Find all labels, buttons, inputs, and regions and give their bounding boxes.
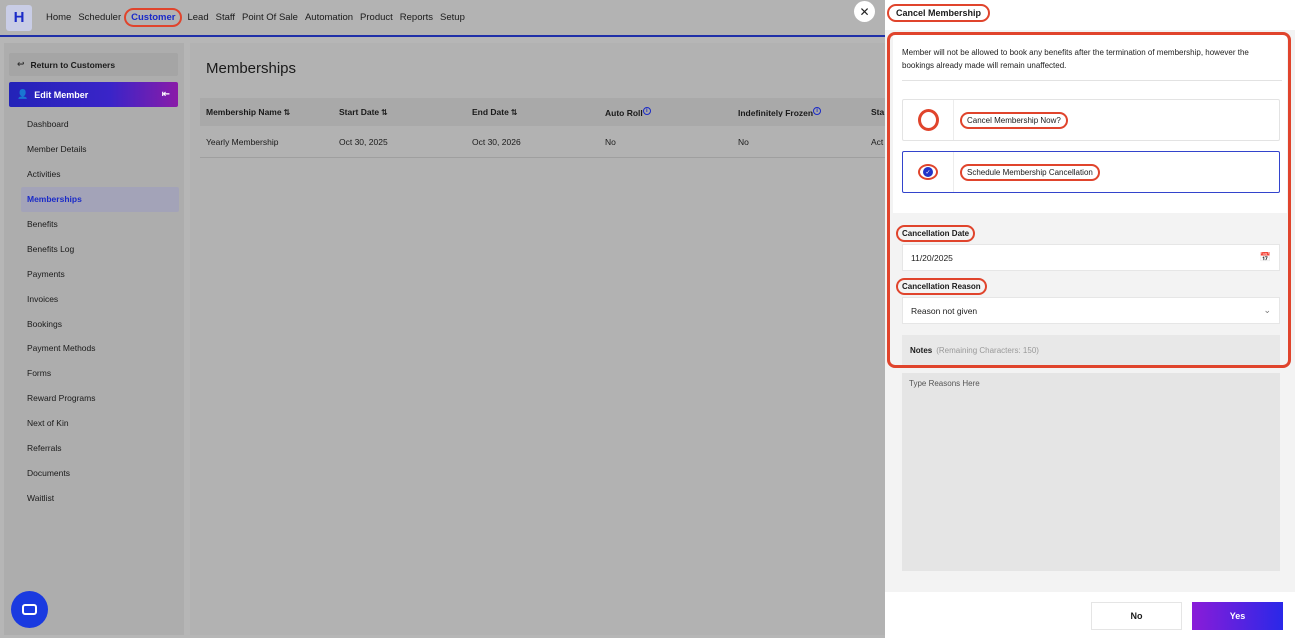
sidebar-item-benefits-log[interactable]: Benefits Log [21, 236, 179, 261]
nav-reports[interactable]: Reports [400, 12, 433, 23]
sidebar-item-dashboard[interactable]: Dashboard [21, 112, 179, 137]
back-arrow-icon: ↩ [17, 59, 25, 69]
sidebar-menu: Dashboard Member Details Activities Memb… [21, 112, 179, 510]
sidebar-item-payment-methods[interactable]: Payment Methods [21, 336, 179, 361]
sidebar-item-referrals[interactable]: Referrals [21, 436, 179, 461]
close-icon[interactable]: ✕ [854, 1, 875, 22]
main-nav: Home Scheduler Customer Lead Staff Point… [46, 8, 472, 27]
sidebar-item-forms[interactable]: Forms [21, 361, 179, 386]
nav-point-of-sale[interactable]: Point Of Sale [242, 12, 298, 23]
top-nav-bar: H Home Scheduler Customer Lead Staff Poi… [0, 0, 885, 37]
sidebar-item-benefits[interactable]: Benefits [21, 212, 179, 237]
sidebar-item-bookings[interactable]: Bookings [21, 311, 179, 336]
memberships-table: Membership Name ⇅ Start Date ⇅ End Date ⇅ A… [200, 98, 885, 158]
sort-icon: ⇅ [283, 108, 291, 117]
return-to-customers-button[interactable]: ↩ Return to Customers [9, 53, 178, 76]
header-auto-roll: Auto Roll i [599, 106, 732, 117]
edit-member-header[interactable]: 👤 Edit Member ⇤ [9, 82, 178, 107]
main-content: Memberships Membership Name ⇅ Start Date ⇅… [190, 43, 885, 635]
cell-indefinitely-frozen: No [738, 136, 749, 147]
drawer-title: Cancel Membership [887, 4, 991, 22]
sidebar-item-documents[interactable]: Documents [21, 460, 179, 485]
yes-button[interactable]: Yes [1192, 602, 1283, 630]
sidebar-item-member-details[interactable]: Member Details [21, 137, 179, 162]
notes-textarea[interactable]: Type Reasons Here [902, 373, 1280, 571]
sidebar-item-invoices[interactable]: Invoices [21, 286, 179, 311]
sort-icon: ⇅ [381, 108, 388, 117]
sidebar: ↩ Return to Customers 👤 Edit Member ⇤ Da… [4, 43, 184, 635]
chat-icon[interactable] [11, 591, 48, 628]
highlight-annotation [887, 32, 1291, 368]
header-end-date[interactable]: End Date ⇅ [466, 107, 599, 117]
table-header: Membership Name ⇅ Start Date ⇅ End Date ⇅ A… [200, 98, 885, 126]
nav-setup[interactable]: Setup [440, 12, 465, 23]
table-row[interactable]: Yearly Membership Oct 30, 2025 Oct 30, 2… [200, 126, 885, 158]
header-start-date[interactable]: Start Date ⇅ [333, 107, 466, 117]
app-logo[interactable]: H [6, 4, 32, 31]
info-icon[interactable]: i [813, 106, 822, 115]
nav-home[interactable]: Home [46, 12, 71, 23]
sidebar-item-reward-programs[interactable]: Reward Programs [21, 386, 179, 411]
sidebar-item-activities[interactable]: Activities [21, 162, 179, 187]
sidebar-item-next-of-kin[interactable]: Next of Kin [21, 411, 179, 436]
sort-icon: ⇅ [510, 108, 518, 117]
nav-lead[interactable]: Lead [187, 12, 208, 23]
header-status: Sta [871, 107, 885, 117]
cell-start-date: Oct 30, 2025 [339, 136, 388, 147]
sidebar-item-waitlist[interactable]: Waitlist [21, 485, 179, 510]
info-icon[interactable]: i [642, 106, 651, 115]
sidebar-item-payments[interactable]: Payments [21, 261, 179, 286]
collapse-icon[interactable]: ⇤ [162, 89, 170, 100]
nav-scheduler[interactable]: Scheduler [78, 12, 121, 23]
drawer-body: Member will not be allowed to book any b… [885, 30, 1295, 592]
return-label: Return to Customers [30, 59, 116, 70]
header-membership-name[interactable]: Membership Name ⇅ [200, 107, 333, 117]
header-indefinitely-frozen: Indefinitely Frozen i [732, 106, 865, 117]
cell-auto-roll: No [605, 136, 616, 147]
cell-end-date: Oct 30, 2026 [472, 136, 521, 147]
page-title: Memberships [206, 60, 297, 77]
drawer-footer: No Yes [885, 594, 1295, 638]
cancel-membership-drawer: Cancel Membership Member will not be all… [885, 0, 1295, 638]
user-icon: 👤 [17, 89, 29, 99]
no-button[interactable]: No [1091, 602, 1182, 630]
cell-status: Act [871, 136, 884, 147]
nav-automation[interactable]: Automation [305, 12, 353, 23]
cell-membership-name: Yearly Membership [206, 136, 279, 147]
sidebar-item-memberships[interactable]: Memberships [21, 186, 179, 212]
nav-customer[interactable]: Customer [124, 8, 183, 27]
edit-member-label: Edit Member [34, 89, 89, 100]
nav-staff[interactable]: Staff [216, 12, 235, 23]
nav-product[interactable]: Product [360, 12, 393, 23]
